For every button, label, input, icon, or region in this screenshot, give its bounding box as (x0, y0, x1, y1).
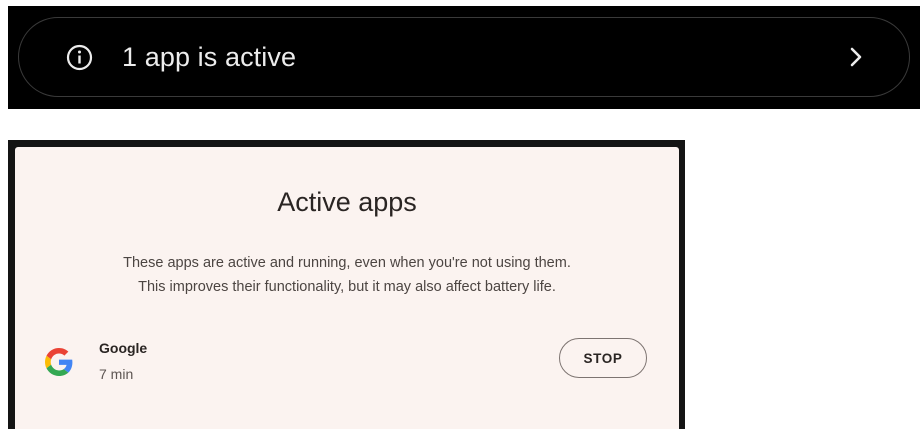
dialog-description: These apps are active and running, even … (35, 251, 659, 299)
app-row-google: Google 7 min STOP (15, 332, 679, 392)
info-icon (66, 44, 93, 71)
chevron-right-icon (847, 45, 865, 69)
active-apps-banner-area: 1 app is active (8, 6, 920, 109)
dialog-description-line: This improves their functionality, but i… (138, 279, 556, 295)
dialog-title: Active apps (277, 187, 417, 217)
dialog-backdrop: Active apps These apps are active and ru… (8, 140, 685, 429)
app-name: Google (99, 340, 148, 356)
screen: 1 app is active Active apps These apps a… (0, 0, 920, 429)
dialog-description-line: These apps are active and running, even … (123, 255, 571, 271)
app-active-duration: 7 min (99, 366, 134, 382)
stop-button[interactable]: STOP (559, 338, 647, 378)
google-g-icon (45, 348, 73, 376)
active-apps-dialog: Active apps These apps are active and ru… (15, 147, 679, 429)
banner-label: 1 app is active (122, 41, 297, 72)
active-apps-banner[interactable]: 1 app is active (18, 17, 910, 97)
